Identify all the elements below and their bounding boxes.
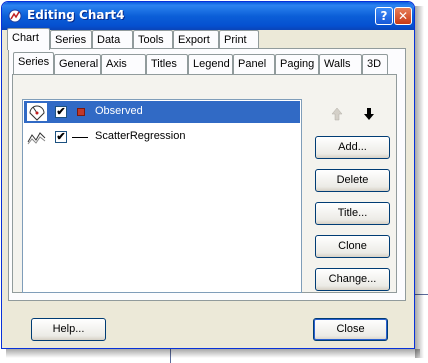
tab-label: Chart (12, 32, 39, 44)
button-label: Delete (336, 174, 369, 186)
tab-panel[interactable]: Panel (233, 54, 275, 74)
line-marker-icon (72, 137, 88, 138)
list-item[interactable]: ✔ Observed (24, 101, 300, 123)
tab-series-sub[interactable]: Series (13, 52, 54, 74)
button-label: Add... (338, 141, 367, 153)
tab-titles[interactable]: Titles (146, 54, 188, 74)
tab-label: Walls (324, 58, 351, 70)
close-title-button[interactable]: ✕ (394, 7, 412, 25)
tab-label: Tools (138, 34, 164, 46)
tab-label: Titles (151, 58, 177, 70)
question-mark-icon: ? (380, 9, 388, 23)
tab-label: Print (224, 34, 247, 46)
arrow-down-icon[interactable] (361, 106, 377, 122)
series-visible-checkbox[interactable]: ✔ (55, 106, 67, 118)
tab-chart[interactable]: Chart (7, 28, 50, 50)
check-icon: ✔ (56, 131, 66, 143)
check-icon: ✔ (56, 106, 66, 118)
list-item[interactable]: ✔ ScatterRegression (24, 126, 300, 148)
help-button[interactable]: Help... (31, 318, 106, 341)
red-square-marker-icon (77, 108, 85, 116)
change-series-button[interactable]: Change... (315, 268, 390, 291)
tab-data[interactable]: Data (92, 30, 133, 50)
tab-label: 3D (367, 58, 382, 70)
tab-series[interactable]: Series (50, 30, 92, 50)
title-bar[interactable]: Editing Chart4 ? ✕ (2, 2, 414, 30)
tab-label: Paging (280, 58, 315, 70)
close-icon: ✕ (397, 9, 409, 23)
tab-paging[interactable]: Paging (275, 54, 319, 74)
tab-label: Series (18, 56, 50, 68)
button-label: Help... (52, 323, 85, 335)
tab-label: General (59, 58, 99, 70)
help-title-button[interactable]: ? (375, 7, 393, 25)
tab-print[interactable]: Print (219, 30, 259, 50)
button-label: Clone (338, 240, 367, 252)
tab-tools[interactable]: Tools (133, 30, 173, 50)
window-shadow-right (415, 6, 424, 358)
button-label: Title... (337, 207, 368, 219)
teechart-app-icon (8, 9, 22, 23)
arrow-up-icon[interactable] (329, 106, 345, 122)
button-label: Change... (328, 273, 377, 285)
tab-label: Export (178, 34, 210, 46)
tab-legend[interactable]: Legend (188, 54, 233, 74)
tab-walls[interactable]: Walls (319, 54, 362, 74)
window-shadow-bottom (6, 349, 420, 358)
line-series-icon (27, 132, 46, 145)
series-name: ScatterRegression (95, 130, 186, 142)
tab-label: Data (97, 34, 121, 46)
editing-chart-dialog: Editing Chart4 ? ✕ Chart Series Data Too… (1, 1, 415, 349)
point-series-icon (27, 103, 47, 121)
tab-general[interactable]: General (54, 54, 101, 74)
tab-label: Legend (193, 58, 230, 70)
series-name: Observed (95, 105, 143, 117)
tab-axis[interactable]: Axis (101, 54, 146, 74)
tab-label: Panel (238, 58, 267, 70)
close-button[interactable]: Close (313, 318, 388, 341)
tab-export[interactable]: Export (173, 30, 219, 50)
clone-series-button[interactable]: Clone (315, 235, 390, 258)
series-listbox[interactable]: ✔ Observed ✔ ScatterRegression (22, 99, 302, 293)
series-title-button[interactable]: Title... (315, 202, 390, 225)
add-series-button[interactable]: Add... (315, 136, 390, 159)
tab-label: Axis (106, 58, 127, 70)
window-title: Editing Chart4 (27, 8, 125, 22)
series-visible-checkbox[interactable]: ✔ (55, 131, 67, 143)
delete-series-button[interactable]: Delete (315, 169, 390, 192)
button-label: Close (336, 323, 365, 335)
tab-label: Series (55, 34, 87, 46)
tab-3d[interactable]: 3D (362, 54, 388, 74)
